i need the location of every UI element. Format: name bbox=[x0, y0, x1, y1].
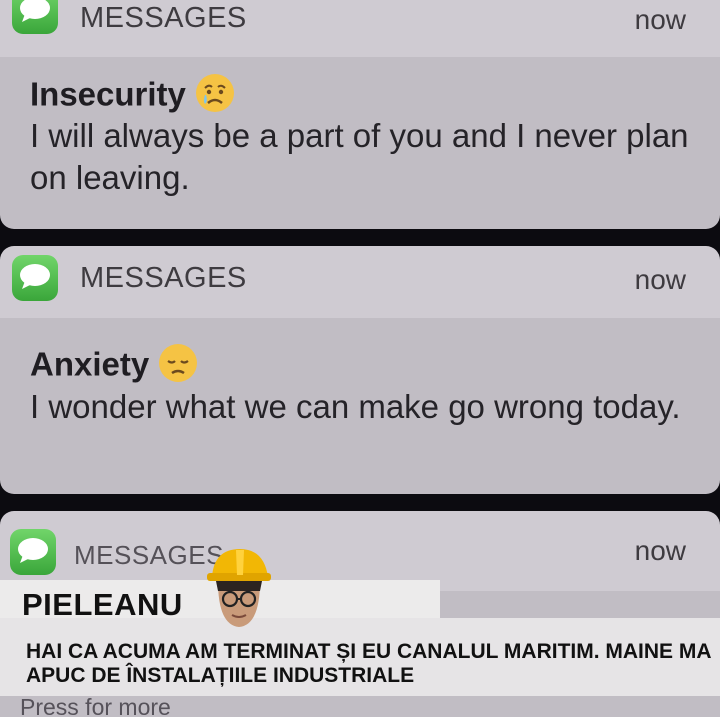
notification-card-anxiety[interactable]: MESSAGES now Anxiety I wonder what we ca… bbox=[0, 246, 720, 494]
notification-header: MESSAGES now bbox=[0, 246, 720, 318]
app-name: MESSAGES bbox=[80, 2, 247, 34]
hard-hat-icon bbox=[207, 549, 271, 581]
caption-message: HAI CA ACUMA AM TERMINAT ȘI EU CANALUL M… bbox=[26, 640, 711, 687]
notification-header: MESSAGES now bbox=[0, 511, 720, 591]
avatar bbox=[206, 545, 272, 631]
sender-name: Anxiety bbox=[30, 342, 199, 392]
notification-body: Insecurity I will always be a part of yo… bbox=[0, 57, 720, 229]
disappointed-face-icon bbox=[157, 342, 199, 392]
press-for-more-hint: Press for more bbox=[20, 694, 171, 717]
message-text: I will always be a part of you and I nev… bbox=[30, 117, 689, 196]
app-name: MESSAGES bbox=[74, 540, 224, 570]
notification-header: MESSAGES now bbox=[0, 0, 720, 57]
sender-label: Anxiety bbox=[30, 345, 150, 383]
messages-app-icon bbox=[12, 0, 58, 34]
messages-app-icon bbox=[10, 529, 56, 575]
notification-card-insecurity[interactable]: MESSAGES now Insecurity I will always be… bbox=[0, 0, 720, 229]
notification-time: now bbox=[634, 264, 686, 295]
caption-sender: PIELEANU bbox=[22, 587, 183, 622]
notification-time: now bbox=[634, 4, 686, 35]
notification-stack: MESSAGES now Insecurity I will always be… bbox=[0, 0, 720, 717]
message-text: I wonder what we can make go wrong today… bbox=[30, 388, 681, 425]
notification-body: Anxiety I wonder what we can make go wro… bbox=[0, 318, 720, 494]
notification-time: now bbox=[634, 535, 686, 566]
messages-app-icon bbox=[12, 255, 58, 301]
app-name: MESSAGES bbox=[80, 262, 247, 294]
sender-label: Insecurity bbox=[30, 75, 186, 113]
